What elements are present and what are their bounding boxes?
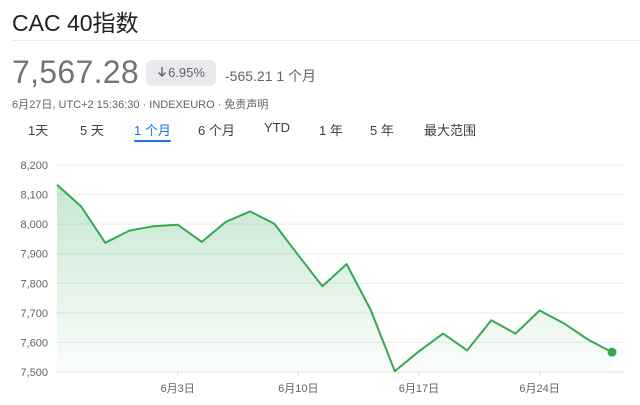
tab-1m[interactable]: 1 个月 bbox=[134, 120, 171, 142]
tab-max[interactable]: 最大范围 bbox=[424, 120, 476, 139]
change-percent-badge: 6.95% bbox=[146, 60, 216, 86]
y-tick-label: 8,200 bbox=[20, 160, 48, 172]
x-tick-label: 6月17日 bbox=[399, 383, 439, 395]
header-divider bbox=[12, 40, 640, 41]
y-tick-label: 8,100 bbox=[20, 190, 48, 202]
arrow-down-icon bbox=[158, 67, 167, 77]
x-tick-label: 6月10日 bbox=[278, 383, 318, 395]
current-price-marker bbox=[607, 347, 617, 357]
tab-1d[interactable]: 1天 bbox=[28, 120, 48, 139]
y-tick-label: 7,900 bbox=[20, 249, 48, 261]
x-tick-label: 6月24日 bbox=[519, 383, 559, 395]
tab-5y[interactable]: 5 年 bbox=[370, 120, 394, 139]
tab-5d[interactable]: 5 天 bbox=[80, 120, 104, 139]
y-tick-label: 7,500 bbox=[20, 367, 48, 379]
x-tick-label: 6月3日 bbox=[161, 383, 195, 395]
tab-6m[interactable]: 6 个月 bbox=[198, 120, 235, 139]
timestamp-source: 6月27日, UTC+2 15:36:30 · INDEXEURO · 免责声明 bbox=[12, 99, 269, 111]
change-value: -565.21 1 个月 bbox=[225, 68, 317, 84]
y-tick-label: 7,700 bbox=[20, 308, 48, 320]
y-tick-label: 8,000 bbox=[20, 219, 48, 231]
price-chart[interactable]: 8,200 8,100 8,000 7,900 7,800 7,700 7,600 7,500… bbox=[0, 150, 640, 405]
current-price: 7,567.28 bbox=[12, 54, 139, 90]
change-percent: 6.95% bbox=[168, 65, 205, 80]
y-tick-label: 7,600 bbox=[20, 337, 48, 349]
tab-ytd[interactable]: YTD bbox=[264, 120, 290, 135]
tab-1y[interactable]: 1 年 bbox=[319, 120, 343, 139]
page-title: CAC 40指数 bbox=[12, 10, 139, 36]
y-tick-label: 7,800 bbox=[20, 278, 48, 290]
price-area bbox=[57, 184, 612, 372]
timeframe-tabs: 1天 5 天 1 个月 6 个月 YTD 1 年 5 年 最大范围 bbox=[0, 120, 640, 146]
